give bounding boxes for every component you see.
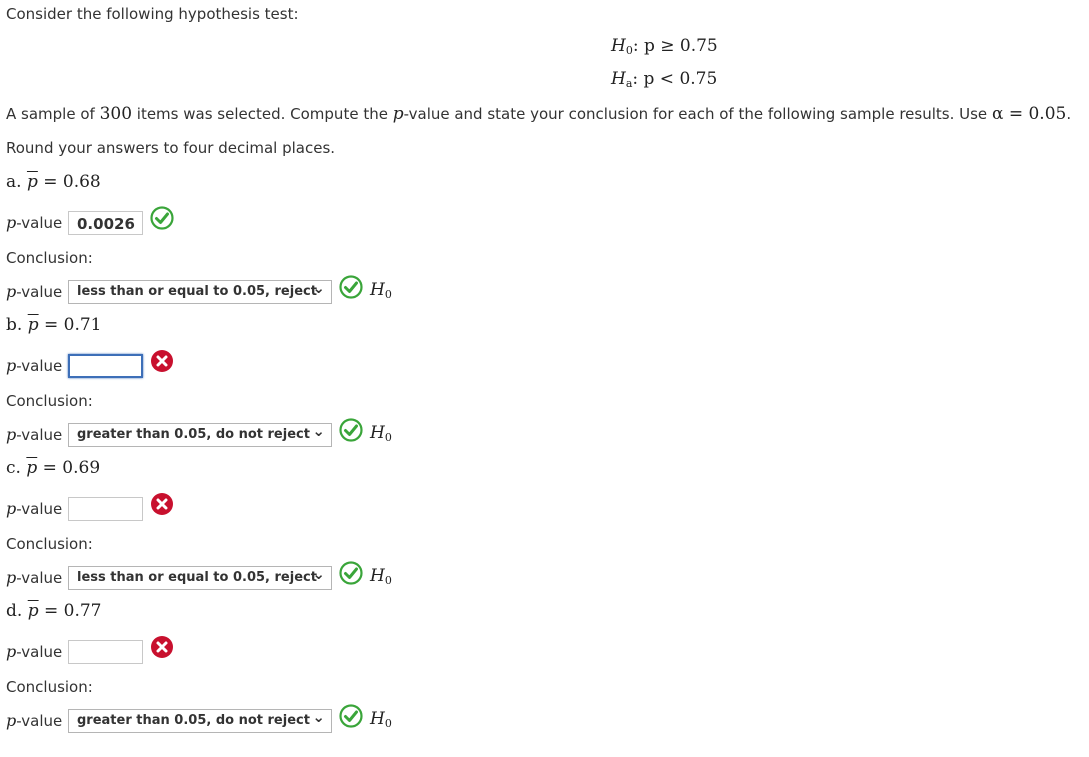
pvalue-label: p-value [6,642,63,661]
check-circle-icon [150,206,174,230]
alternative-hypothesis: Ha: p < 0.75 [611,69,718,90]
pvalue-label: p-value [6,213,63,232]
conclusion-pvalue-label: p-value [6,282,63,301]
instructions-text: A sample of 300 items was selected. Comp… [6,104,1072,124]
check-circle-icon [339,275,363,299]
conclusion-select[interactable]: greater than 0.05, do not reject ⌄ [68,422,332,447]
conclusion-pvalue-label: p-value [6,568,63,587]
h0-label: H0 [370,423,392,444]
chevron-down-icon: ⌄ [312,422,325,440]
chevron-down-icon: ⌄ [312,565,325,583]
pvalue-input[interactable] [68,354,143,378]
check-circle-icon [339,704,363,728]
conclusion-label: Conclusion: [6,392,93,410]
conclusion-select-value: greater than 0.05, do not reject [77,713,310,728]
pvalue-label: p-value [6,356,63,375]
part-heading: d. p = 0.77 [6,601,102,621]
conclusion-select[interactable]: less than or equal to 0.05, reject ⌄ [68,565,332,590]
pvalue-input[interactable] [68,497,143,521]
conclusion-pvalue-label: p-value [6,425,63,444]
check-circle-icon [339,418,363,442]
conclusion-label: Conclusion: [6,249,93,267]
h0-label: H0 [370,280,392,301]
pvalue-label: p-value [6,499,63,518]
part-heading: b. p = 0.71 [6,315,102,335]
conclusion-select-value: less than or equal to 0.05, reject [77,284,317,299]
part-heading: a. p = 0.68 [6,172,101,192]
intro-text: Consider the following hypothesis test: [6,5,299,23]
x-circle-icon [150,635,174,659]
conclusion-label: Conclusion: [6,535,93,553]
conclusion-label: Conclusion: [6,678,93,696]
chevron-down-icon: ⌄ [312,279,325,297]
check-circle-icon [339,561,363,585]
conclusion-select-value: less than or equal to 0.05, reject [77,570,317,585]
pvalue-input[interactable]: 0.0026 [68,211,143,235]
conclusion-select-value: greater than 0.05, do not reject [77,427,310,442]
x-circle-icon [150,492,174,516]
pvalue-input[interactable] [68,640,143,664]
h0-label: H0 [370,709,392,730]
x-circle-icon [150,349,174,373]
conclusion-select[interactable]: less than or equal to 0.05, reject ⌄ [68,279,332,304]
conclusion-pvalue-label: p-value [6,711,63,730]
conclusion-select[interactable]: greater than 0.05, do not reject ⌄ [68,708,332,733]
h0-label: H0 [370,566,392,587]
chevron-down-icon: ⌄ [312,708,325,726]
null-hypothesis: H0: p ≥ 0.75 [611,36,718,57]
rounding-note: Round your answers to four decimal place… [6,139,336,157]
part-heading: c. p = 0.69 [6,458,101,478]
